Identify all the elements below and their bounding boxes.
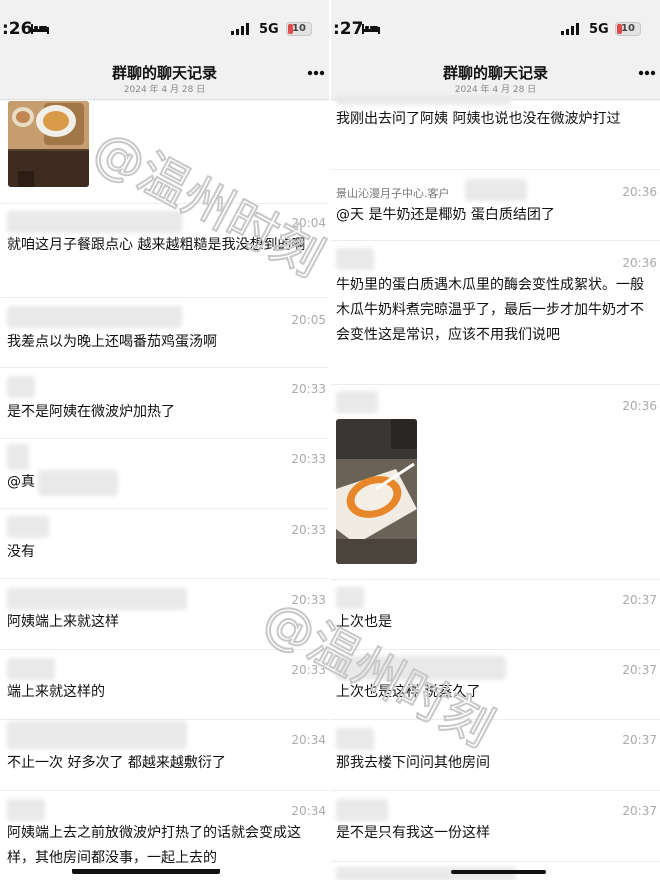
message-separator	[0, 297, 329, 298]
redacted-sender-name	[336, 728, 374, 750]
redacted-sender-name	[336, 799, 388, 821]
message-text: 上次也是这样 说蒸久了	[336, 684, 481, 700]
meal-photo-image	[8, 101, 89, 187]
message-time: 20:36	[622, 399, 657, 413]
battery-indicator: 10	[286, 22, 312, 36]
redacted-sender-name	[7, 376, 35, 398]
chat-header: 群聊的聊天记录 2024 年 4 月 28 日	[331, 50, 660, 100]
more-dots-icon[interactable]	[307, 70, 325, 76]
message-text: 阿姨端上来就这样	[7, 614, 119, 630]
message-time: 20:33	[291, 523, 326, 537]
bed-icon	[362, 24, 380, 34]
message-separator	[0, 649, 329, 650]
message-text: 是不是阿姨在微波炉加热了	[7, 404, 175, 420]
home-indicator	[72, 870, 220, 874]
chat-header: 群聊的聊天记录 2024 年 4 月 28 日	[0, 50, 329, 100]
message-text: 不止一次 好多次了 都越来越敷衍了	[7, 755, 226, 771]
message-time: 20:33	[291, 663, 326, 677]
chat-date: 2024 年 4 月 28 日	[123, 85, 206, 95]
message-separator	[331, 579, 660, 580]
chat-record-list[interactable]: 20:04 就咱这月子餐跟点心 越来越粗糙是我没想到的啊 20:05 我差点以为…	[0, 101, 329, 880]
redacted-sender-name	[7, 588, 187, 610]
redacted-sender-name	[7, 658, 55, 680]
message-text: @天 是牛奶还是椰奶 蛋白质结团了	[336, 207, 555, 223]
message-separator	[331, 240, 660, 241]
message-separator	[0, 367, 329, 368]
status-bar: :27 5G 10	[331, 0, 660, 50]
message-separator	[331, 719, 660, 720]
message-text: 阿姨端上去之前放微波炉打热了的话就会变成这样，其他房间都没事，一起上去的	[7, 825, 301, 866]
more-dots-icon[interactable]	[638, 70, 656, 76]
redacted-sender-name	[336, 656, 506, 680]
message-text: 端上来就这样的	[7, 684, 105, 700]
meal-photo[interactable]	[8, 101, 89, 187]
redacted-sender-name	[336, 391, 378, 413]
message-text: 我差点以为晚上还喝番茄鸡蛋汤啊	[7, 334, 217, 350]
message-time: 20:37	[622, 663, 657, 677]
message-time: 20:33	[291, 382, 326, 396]
message-time: 20:33	[291, 452, 326, 466]
signal-icon	[561, 23, 579, 35]
redacted-sender-name	[7, 799, 45, 821]
redacted-sender-name	[336, 248, 374, 270]
message-text: 就咱这月子餐跟点心 越来越粗糙是我没想到的啊	[7, 237, 306, 253]
message-text: 没有	[7, 544, 35, 560]
message-text: 上次也是	[336, 614, 392, 630]
message-separator	[0, 719, 329, 720]
redacted-sender-name	[7, 721, 187, 749]
home-indicator	[451, 870, 546, 874]
right-phone-screen: :27 5G 10 群聊的聊天记录 2024 年 4 月 28 日 我刚出去问了…	[331, 0, 660, 880]
chat-record-list[interactable]: 我刚出去问了阿姨 阿姨也说也没在微波炉打过 景山沁漫月子中心.客户 20:36 …	[331, 95, 660, 880]
message-separator	[331, 169, 660, 170]
battery-percent: 10	[292, 23, 306, 34]
message-separator	[331, 861, 660, 862]
message-text: 我刚出去问了阿姨 阿姨也说也没在微波炉打过	[336, 111, 621, 127]
chat-title: 群聊的聊天记录	[111, 64, 217, 82]
left-phone-screen: :26 5G 10 群聊的聊天记录 2024 年 4 月 28 日 20:04 …	[0, 0, 329, 880]
status-time: :27	[333, 19, 364, 39]
redacted-sender-name	[465, 179, 527, 201]
redacted-sender-name	[7, 444, 29, 470]
message-time: 20:05	[291, 313, 326, 327]
status-time: :26	[2, 19, 33, 39]
message-separator	[331, 790, 660, 791]
message-time: 20:37	[622, 733, 657, 747]
message-text: 是不是只有我这一份这样	[336, 825, 490, 841]
message-time: 20:36	[622, 256, 657, 270]
papaya-milk-photo-image	[336, 419, 417, 564]
message-time: 20:33	[291, 593, 326, 607]
message-time: 20:34	[291, 733, 326, 747]
status-bar: :26 5G 10	[0, 0, 329, 50]
message-time: 20:37	[622, 804, 657, 818]
message-separator	[0, 438, 329, 439]
message-time: 20:34	[291, 804, 326, 818]
redacted-sender-name	[336, 587, 364, 609]
papaya-milk-photo[interactable]	[336, 419, 417, 564]
sender-name: 景山沁漫月子中心.客户	[336, 187, 450, 200]
message-text: 牛奶里的蛋白质遇木瓜里的酶会变性成絮状。一般木瓜牛奶料煮完晾温乎了，最后一步才加…	[336, 277, 644, 343]
message-separator	[0, 578, 329, 579]
signal-icon	[231, 23, 249, 35]
network-type: 5G	[259, 22, 279, 37]
message-separator	[0, 790, 329, 791]
message-separator	[0, 203, 329, 204]
chat-date: 2024 年 4 月 28 日	[454, 85, 537, 95]
message-time: 20:04	[291, 216, 326, 230]
redacted-sender-name	[336, 95, 511, 105]
redacted-mention	[38, 470, 118, 496]
battery-indicator: 10	[615, 22, 641, 36]
message-time: 20:36	[622, 185, 657, 199]
chat-title: 群聊的聊天记录	[442, 64, 548, 82]
redacted-sender-name	[7, 211, 182, 233]
redacted-sender-name	[7, 516, 49, 538]
message-separator	[0, 508, 329, 509]
message-separator	[331, 649, 660, 650]
bed-icon	[31, 24, 49, 34]
battery-percent: 10	[621, 23, 635, 34]
network-type: 5G	[589, 22, 609, 37]
redacted-sender-name	[7, 306, 182, 328]
message-text: 那我去楼下问问其他房间	[336, 755, 490, 771]
message-separator	[331, 384, 660, 385]
message-time: 20:37	[622, 593, 657, 607]
